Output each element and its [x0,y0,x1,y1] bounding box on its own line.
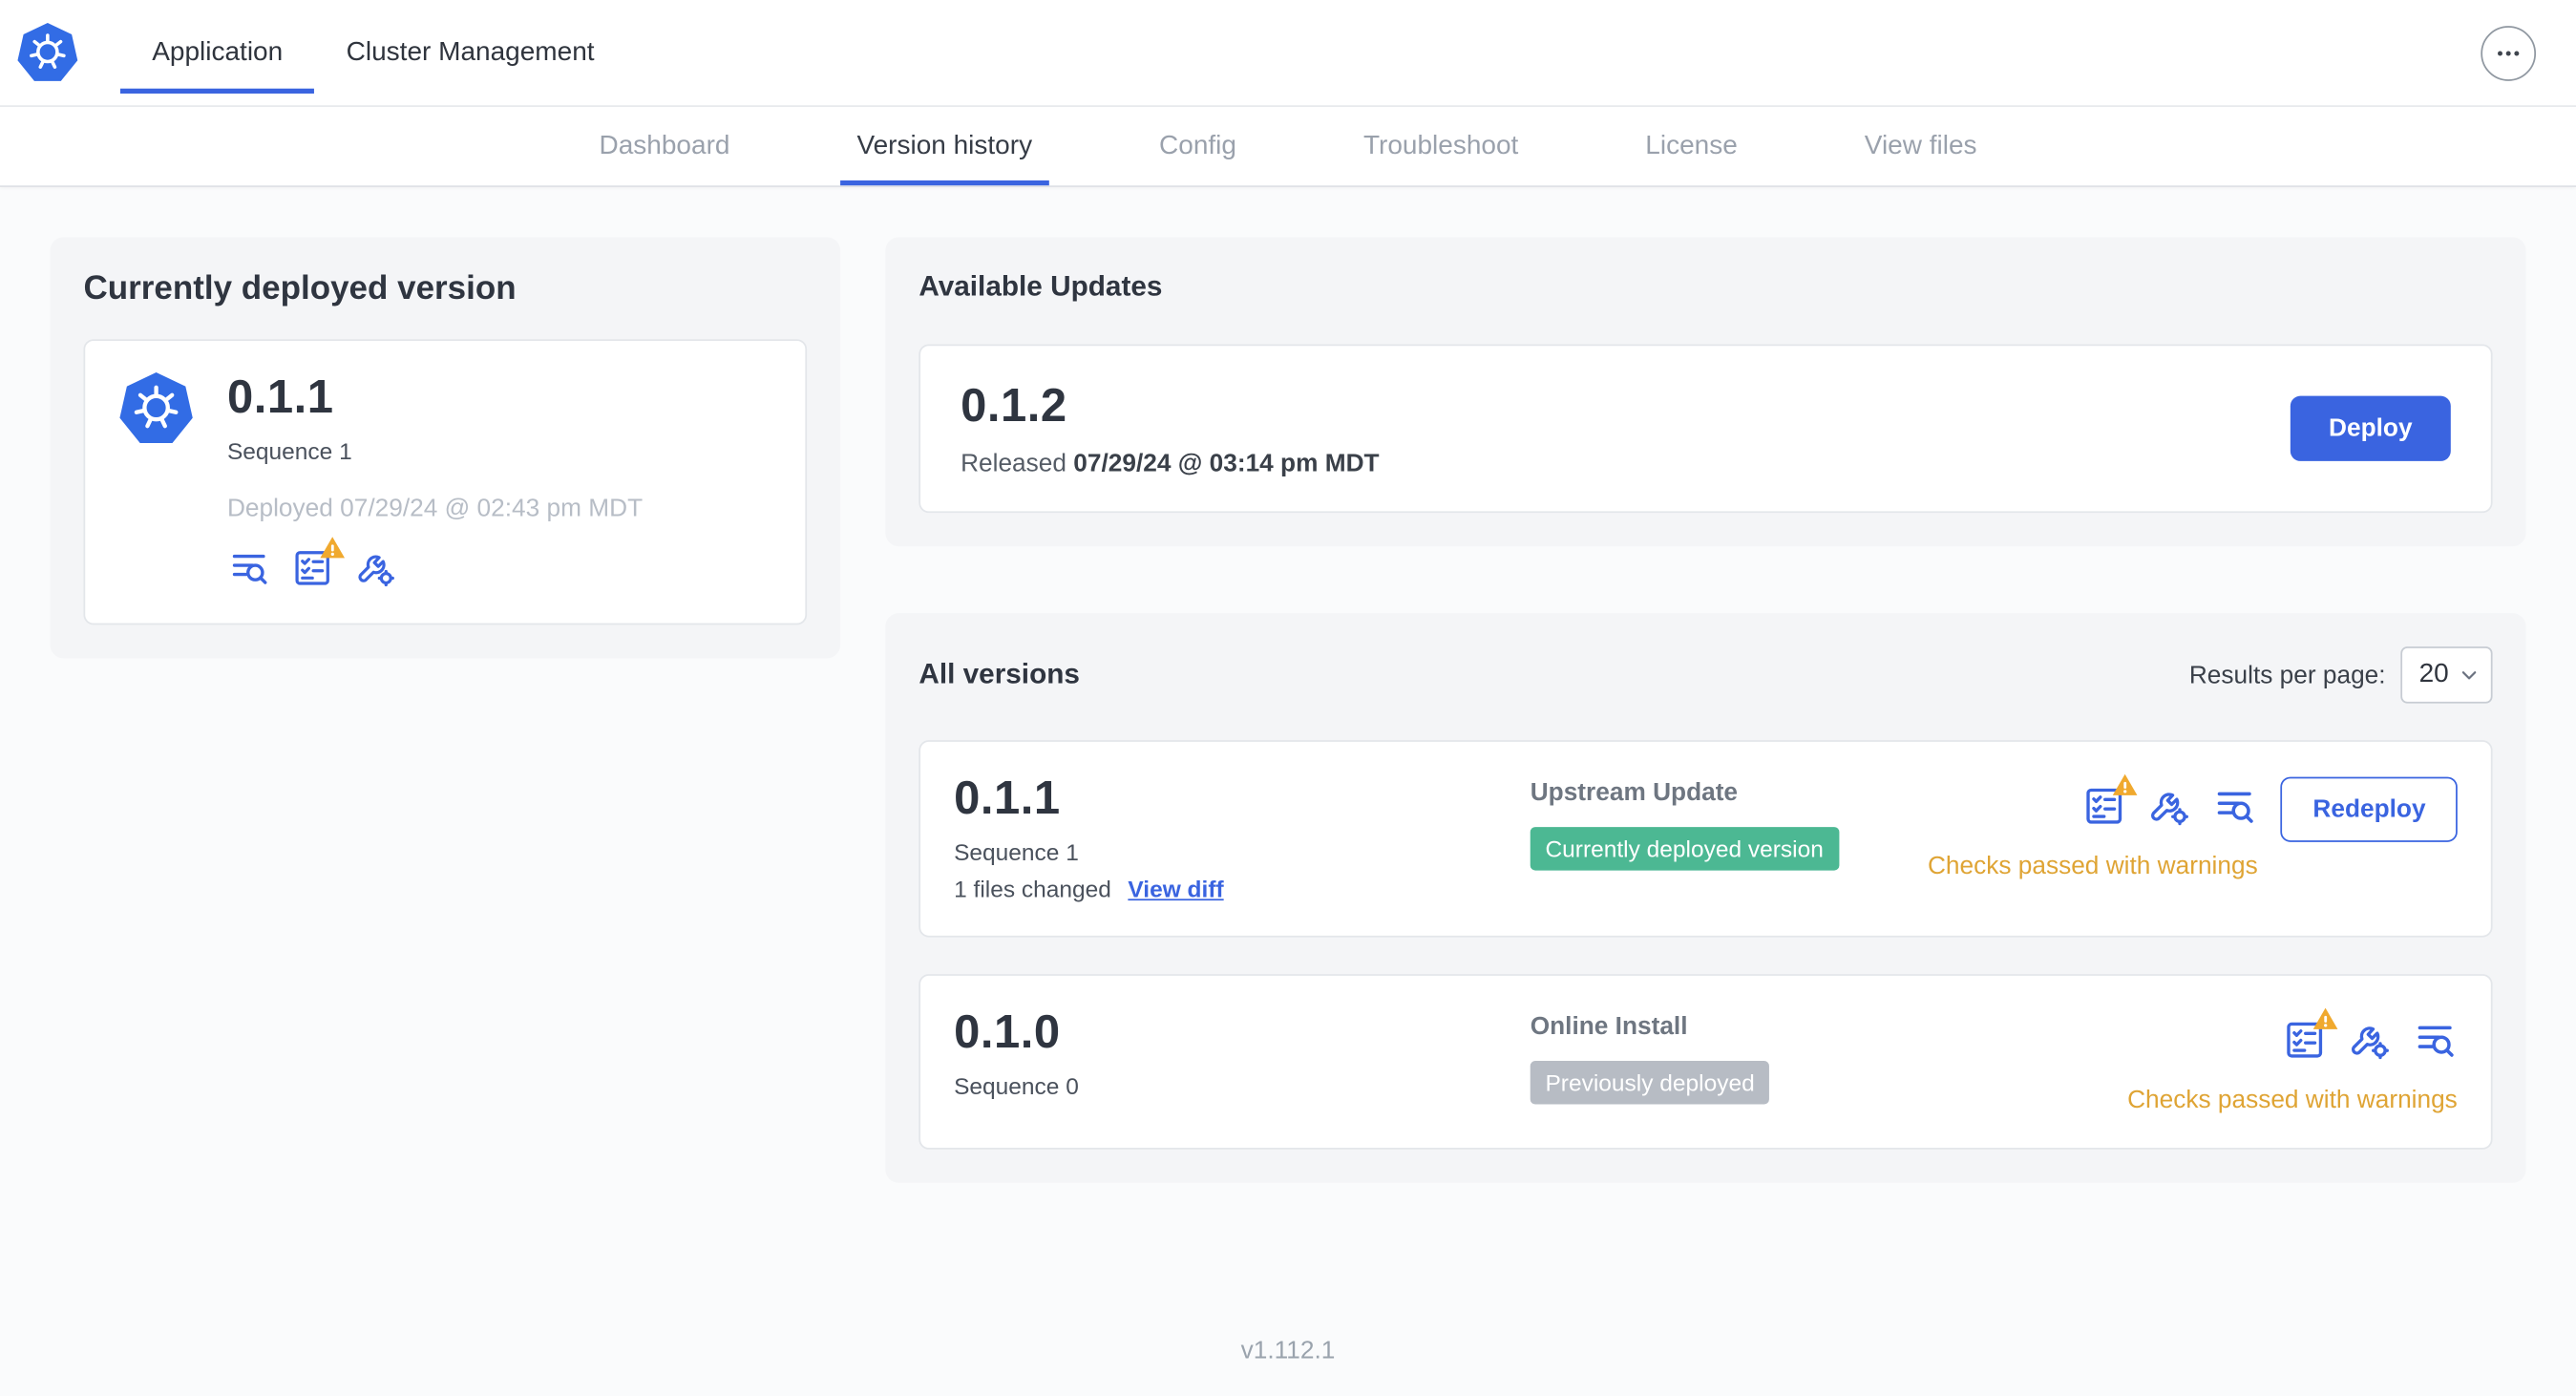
config-wrench-gear-icon[interactable] [2347,1018,2392,1063]
kubernetes-logo-icon [16,0,78,105]
kubernetes-app-icon [118,370,194,589]
tab-version-history[interactable]: Version history [839,107,1049,186]
main-content: Currently deployed version 0.1.1 Sequenc… [0,187,2576,1303]
version-source-label: Online Install [1530,1012,1688,1042]
currently-deployed-panel: Currently deployed version 0.1.1 Sequenc… [50,237,841,659]
page-footer: v1.112.1 [0,1303,2576,1396]
checks-status-text: Checks passed with warnings [2127,1086,2458,1115]
tab-troubleshoot[interactable]: Troubleshoot [1346,107,1534,185]
row-sequence: Sequence 1 [954,838,1079,866]
tab-config[interactable]: Config [1143,107,1254,185]
tab-view-files-label: View files [1864,131,1977,160]
preflight-checklist-icon[interactable] [2082,773,2139,829]
tab-dashboard-label: Dashboard [599,131,730,160]
tab-cluster-management-label: Cluster Management [346,37,595,67]
version-source-label: Upstream Update [1530,778,1739,808]
release-notes-icon[interactable] [2212,784,2257,829]
version-row-0-1-0: 0.1.0 Sequence 0 Online Install Previous… [918,974,2493,1150]
available-update-card: 0.1.2 Released 07/29/24 @ 03:14 pm MDT D… [918,344,2493,514]
status-badge-previous: Previously deployed [1530,1061,1770,1105]
all-versions-panel: All versions Results per page: 20 0.1.1 … [885,613,2526,1183]
tab-application-label: Application [152,37,284,67]
warning-triangle-icon [2112,772,2139,807]
version-row-0-1-1: 0.1.1 Sequence 1 1 files changed View di… [918,740,2493,938]
more-menu-button[interactable] [2481,25,2537,80]
update-released-line: Released 07/29/24 @ 03:14 pm MDT [961,449,1380,478]
available-updates-panel: Available Updates 0.1.2 Released 07/29/2… [885,237,2526,547]
currently-deployed-card: 0.1.1 Sequence 1 Deployed 07/29/24 @ 02:… [83,339,808,625]
currently-deployed-title: Currently deployed version [83,270,517,307]
tab-dashboard[interactable]: Dashboard [582,107,747,185]
available-updates-title: Available Updates [918,270,1163,303]
checks-status-text: Checks passed with warnings [1927,852,2258,881]
warning-triangle-icon [2312,1005,2339,1041]
files-changed-label: 1 files changed [954,875,1111,902]
ellipsis-icon [2494,38,2523,67]
config-wrench-gear-icon[interactable] [354,546,397,589]
tab-view-files[interactable]: View files [1848,107,1994,185]
tab-cluster-management[interactable]: Cluster Management [314,0,625,105]
preflight-checklist-icon[interactable] [290,537,346,589]
release-notes-icon[interactable] [227,546,270,589]
tab-config-label: Config [1159,131,1236,160]
app-subnav: Dashboard Version history Config Trouble… [0,106,2576,187]
chevron-down-icon [2460,665,2480,685]
results-per-page-value: 20 [2418,660,2449,688]
view-diff-link[interactable]: View diff [1128,876,1223,902]
tab-version-history-label: Version history [856,131,1033,160]
status-badge-deployed: Currently deployed version [1530,827,1839,871]
tab-application[interactable]: Application [119,0,315,105]
row-sequence: Sequence 0 [954,1072,1079,1100]
row-version-number: 0.1.1 [954,772,1061,824]
tab-license-label: License [1645,131,1738,160]
redeploy-button[interactable]: Redeploy [2281,776,2458,842]
results-per-page-select[interactable]: 20 [2400,646,2493,704]
update-version-number: 0.1.2 [961,379,1067,432]
deploy-button[interactable]: Deploy [2290,395,2451,461]
preflight-checklist-icon[interactable] [2282,1007,2338,1063]
tab-troubleshoot-label: Troubleshoot [1362,131,1519,160]
config-wrench-gear-icon[interactable] [2147,784,2192,829]
console-version: v1.112.1 [1240,1335,1336,1364]
warning-triangle-icon [319,535,346,570]
deployed-version-number: 0.1.1 [226,370,334,423]
top-header: Application Cluster Management [0,0,2576,107]
results-per-page-label: Results per page: [2188,661,2386,689]
deployed-timestamp: Deployed 07/29/24 @ 02:43 pm MDT [226,494,644,523]
tab-license[interactable]: License [1629,107,1755,185]
row-version-number: 0.1.0 [954,1005,1061,1058]
app-root: Application Cluster Management Dashboard… [0,0,2576,1396]
deployed-sequence: Sequence 1 [226,437,352,465]
all-versions-title: All versions [918,658,1080,690]
release-notes-icon[interactable] [2413,1018,2458,1063]
